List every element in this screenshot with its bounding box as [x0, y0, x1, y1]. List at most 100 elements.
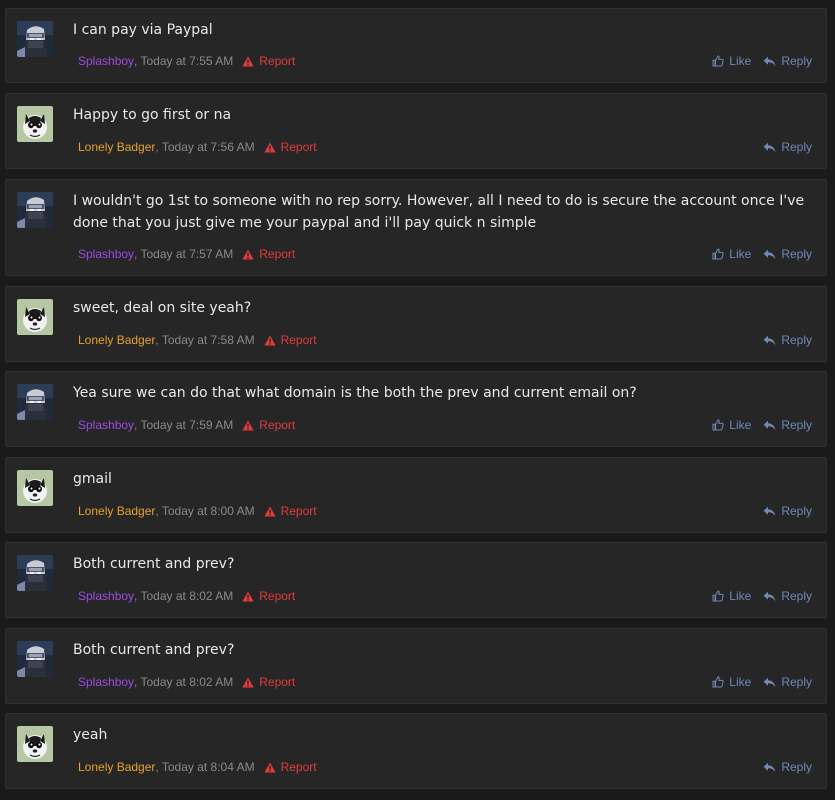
timestamp: , Today at 7:55 AM — [134, 54, 234, 68]
reply-label: Reply — [781, 504, 812, 518]
thumbs-up-icon — [712, 590, 724, 602]
report-label: Report — [280, 504, 317, 518]
report-button[interactable]: Report — [242, 589, 295, 603]
like-button[interactable]: Like — [712, 418, 751, 432]
message-meta: Splashboy , Today at 7:59 AM Report — [78, 418, 295, 432]
report-label: Report — [280, 333, 317, 347]
reply-button[interactable]: Reply — [763, 247, 812, 261]
report-button[interactable]: Report — [263, 760, 317, 774]
ninja-avatar[interactable] — [17, 384, 53, 420]
message-card: Both current and prev? Splashboy , Today… — [5, 628, 827, 704]
reply-label: Reply — [781, 140, 812, 154]
reply-button[interactable]: Reply — [763, 54, 812, 68]
badger-avatar[interactable] — [17, 106, 53, 142]
ninja-avatar[interactable] — [17, 192, 53, 228]
message-meta: Splashboy , Today at 7:57 AM Report — [78, 247, 295, 261]
reply-button[interactable]: Reply — [763, 418, 812, 432]
report-button[interactable]: Report — [242, 675, 295, 689]
thumbs-up-icon — [712, 55, 724, 67]
badger-avatar-image — [17, 726, 53, 762]
ninja-avatar-image — [17, 555, 53, 591]
warning-icon — [242, 56, 254, 66]
report-button[interactable]: Report — [242, 247, 295, 261]
message-card: yeah Lonely Badger , Today at 8:04 AM Re… — [5, 713, 827, 789]
badger-avatar-image — [17, 299, 53, 335]
like-button[interactable]: Like — [712, 675, 751, 689]
reply-icon — [763, 249, 776, 259]
like-label: Like — [729, 54, 752, 68]
report-button[interactable]: Report — [242, 418, 295, 432]
report-button[interactable]: Report — [263, 333, 317, 347]
timestamp: , Today at 7:59 AM — [134, 418, 234, 432]
author-link[interactable]: Lonely Badger — [78, 760, 155, 774]
badger-avatar-image — [17, 470, 53, 506]
reply-label: Reply — [781, 760, 812, 774]
message-actions: Like Reply — [700, 675, 812, 689]
like-button[interactable]: Like — [712, 54, 751, 68]
report-button[interactable]: Report — [263, 504, 317, 518]
message-card: sweet, deal on site yeah? Lonely Badger … — [5, 286, 827, 362]
report-label: Report — [259, 418, 296, 432]
warning-icon — [242, 591, 254, 601]
message-text: Happy to go first or na — [73, 107, 232, 123]
badger-avatar[interactable] — [17, 299, 53, 335]
ninja-avatar[interactable] — [17, 641, 53, 677]
ninja-avatar-image — [17, 192, 53, 228]
badger-avatar[interactable] — [17, 470, 53, 506]
like-button[interactable]: Like — [712, 589, 751, 603]
ninja-avatar[interactable] — [17, 555, 53, 591]
report-label: Report — [259, 54, 296, 68]
reply-icon — [763, 142, 776, 152]
ninja-avatar[interactable] — [17, 21, 53, 57]
like-label: Like — [729, 589, 752, 603]
warning-icon — [242, 677, 254, 687]
reply-icon — [763, 506, 776, 516]
message-meta: Lonely Badger , Today at 8:00 AM Report — [78, 504, 317, 518]
author-link[interactable]: Splashboy — [78, 589, 134, 603]
thumbs-up-icon — [712, 419, 724, 431]
reply-icon — [763, 56, 776, 66]
reply-button[interactable]: Reply — [763, 760, 812, 774]
message-actions: Reply — [751, 760, 812, 774]
message-card: I wouldn't go 1st to someone with no rep… — [5, 179, 827, 276]
author-link[interactable]: Lonely Badger — [78, 140, 155, 154]
author-link[interactable]: Splashboy — [78, 54, 134, 68]
author-link[interactable]: Splashboy — [78, 675, 134, 689]
message-actions: Reply — [751, 504, 812, 518]
message-text: yeah — [73, 727, 108, 743]
reply-button[interactable]: Reply — [763, 589, 812, 603]
report-button[interactable]: Report — [242, 54, 295, 68]
badger-avatar[interactable] — [17, 726, 53, 762]
message-meta: Lonely Badger , Today at 7:56 AM Report — [78, 140, 317, 154]
ninja-avatar-image — [17, 641, 53, 677]
author-link[interactable]: Splashboy — [78, 247, 134, 261]
timestamp: , Today at 8:04 AM — [155, 760, 255, 774]
warning-icon — [263, 142, 276, 152]
report-label: Report — [280, 760, 317, 774]
message-actions: Like Reply — [700, 247, 812, 261]
timestamp: , Today at 8:00 AM — [155, 504, 255, 518]
message-text: sweet, deal on site yeah? — [73, 300, 252, 316]
reply-icon — [763, 335, 776, 345]
timestamp: , Today at 8:02 AM — [134, 675, 234, 689]
like-button[interactable]: Like — [712, 247, 751, 261]
message-thread: I can pay via Paypal Splashboy , Today a… — [0, 0, 835, 800]
message-card: I can pay via Paypal Splashboy , Today a… — [5, 8, 827, 83]
author-link[interactable]: Splashboy — [78, 418, 134, 432]
timestamp: , Today at 7:58 AM — [155, 333, 255, 347]
report-button[interactable]: Report — [263, 140, 317, 154]
reply-button[interactable]: Reply — [763, 675, 812, 689]
timestamp: , Today at 7:56 AM — [155, 140, 255, 154]
reply-button[interactable]: Reply — [763, 140, 812, 154]
message-text: Both current and prev? — [73, 556, 235, 572]
reply-button[interactable]: Reply — [763, 504, 812, 518]
message-actions: Like Reply — [700, 589, 812, 603]
reply-button[interactable]: Reply — [763, 333, 812, 347]
message-meta: Splashboy , Today at 7:55 AM Report — [78, 54, 295, 68]
author-link[interactable]: Lonely Badger — [78, 333, 155, 347]
author-link[interactable]: Lonely Badger — [78, 504, 155, 518]
like-label: Like — [729, 247, 752, 261]
report-label: Report — [259, 675, 296, 689]
warning-icon — [263, 335, 276, 345]
timestamp: , Today at 7:57 AM — [134, 247, 234, 261]
